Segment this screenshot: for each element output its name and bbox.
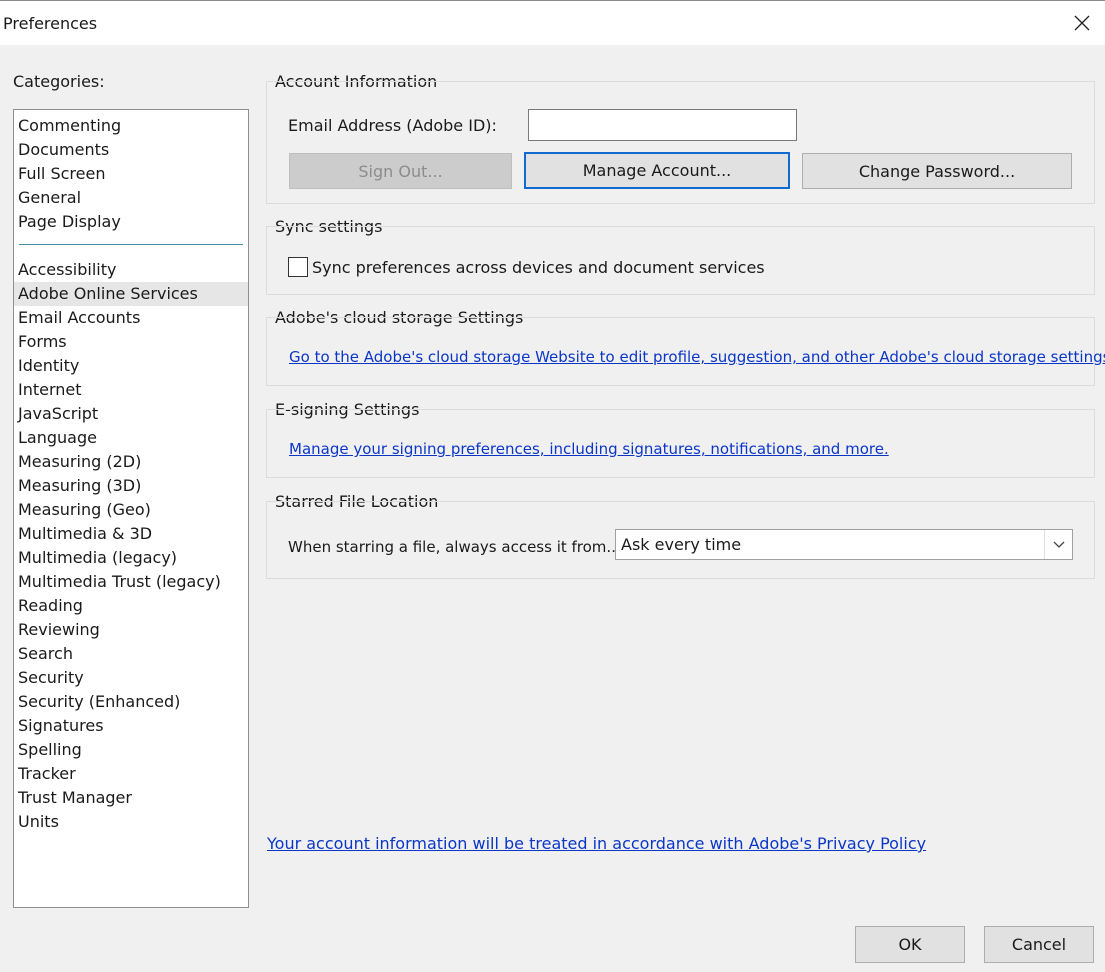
category-item-javascript[interactable]: JavaScript: [14, 402, 248, 426]
category-item-security[interactable]: Security: [14, 666, 248, 690]
category-separator: [19, 244, 243, 245]
email-field[interactable]: [528, 109, 797, 141]
sync-checkbox[interactable]: [288, 257, 308, 277]
category-item-email-accounts[interactable]: Email Accounts: [14, 306, 248, 330]
categories-list[interactable]: Commenting Documents Full Screen General Pag…: [13, 109, 249, 908]
category-item-multimedia-3d[interactable]: Multimedia & 3D: [14, 522, 248, 546]
category-item-reviewing[interactable]: Reviewing: [14, 618, 248, 642]
close-button[interactable]: [1059, 1, 1105, 45]
category-item-spelling[interactable]: Spelling: [14, 738, 248, 762]
sync-checkbox-label: Sync preferences across devices and docu…: [312, 258, 765, 277]
title-bar: Preferences: [0, 0, 1105, 45]
close-icon: [1074, 15, 1090, 31]
cancel-button[interactable]: Cancel: [984, 926, 1094, 963]
category-item-search[interactable]: Search: [14, 642, 248, 666]
email-label: Email Address (Adobe ID):: [288, 116, 497, 135]
ok-button[interactable]: OK: [855, 926, 965, 963]
category-item-internet[interactable]: Internet: [14, 378, 248, 402]
window-title: Preferences: [3, 14, 98, 33]
category-item-multimedia-trust-legacy[interactable]: Multimedia Trust (legacy): [14, 570, 248, 594]
category-item-measuring-2d[interactable]: Measuring (2D): [14, 450, 248, 474]
cloud-storage-link[interactable]: Go to the Adobe's cloud storage Website …: [289, 348, 1105, 366]
change-password-button[interactable]: Change Password...: [802, 153, 1072, 189]
category-item-tracker[interactable]: Tracker: [14, 762, 248, 786]
category-item-signatures[interactable]: Signatures: [14, 714, 248, 738]
category-item-documents[interactable]: Documents: [14, 138, 248, 162]
category-item-language[interactable]: Language: [14, 426, 248, 450]
category-item-general[interactable]: General: [14, 186, 248, 210]
category-item-commenting[interactable]: Commenting: [14, 114, 248, 138]
chevron-down-icon: [1044, 530, 1072, 559]
manage-account-button[interactable]: Manage Account...: [524, 152, 790, 189]
category-item-adobe-online-services[interactable]: Adobe Online Services: [14, 282, 248, 306]
category-item-security-enhanced[interactable]: Security (Enhanced): [14, 690, 248, 714]
starred-location-select[interactable]: Ask every time: [615, 529, 1073, 560]
category-item-accessibility[interactable]: Accessibility: [14, 258, 248, 282]
category-item-measuring-3d[interactable]: Measuring (3D): [14, 474, 248, 498]
categories-label: Categories:: [13, 72, 105, 91]
category-item-measuring-geo[interactable]: Measuring (Geo): [14, 498, 248, 522]
category-item-identity[interactable]: Identity: [14, 354, 248, 378]
starred-label: When starring a file, always access it f…: [288, 538, 621, 556]
category-item-multimedia-legacy[interactable]: Multimedia (legacy): [14, 546, 248, 570]
category-item-forms[interactable]: Forms: [14, 330, 248, 354]
category-item-units[interactable]: Units: [14, 810, 248, 834]
sign-out-button[interactable]: Sign Out...: [289, 153, 512, 189]
privacy-policy-link[interactable]: Your account information will be treated…: [267, 834, 926, 853]
starred-select-value: Ask every time: [621, 535, 742, 554]
esign-link[interactable]: Manage your signing preferences, includi…: [289, 440, 889, 458]
category-item-full-screen[interactable]: Full Screen: [14, 162, 248, 186]
category-item-trust-manager[interactable]: Trust Manager: [14, 786, 248, 810]
category-item-reading[interactable]: Reading: [14, 594, 248, 618]
category-item-page-display[interactable]: Page Display: [14, 210, 248, 234]
